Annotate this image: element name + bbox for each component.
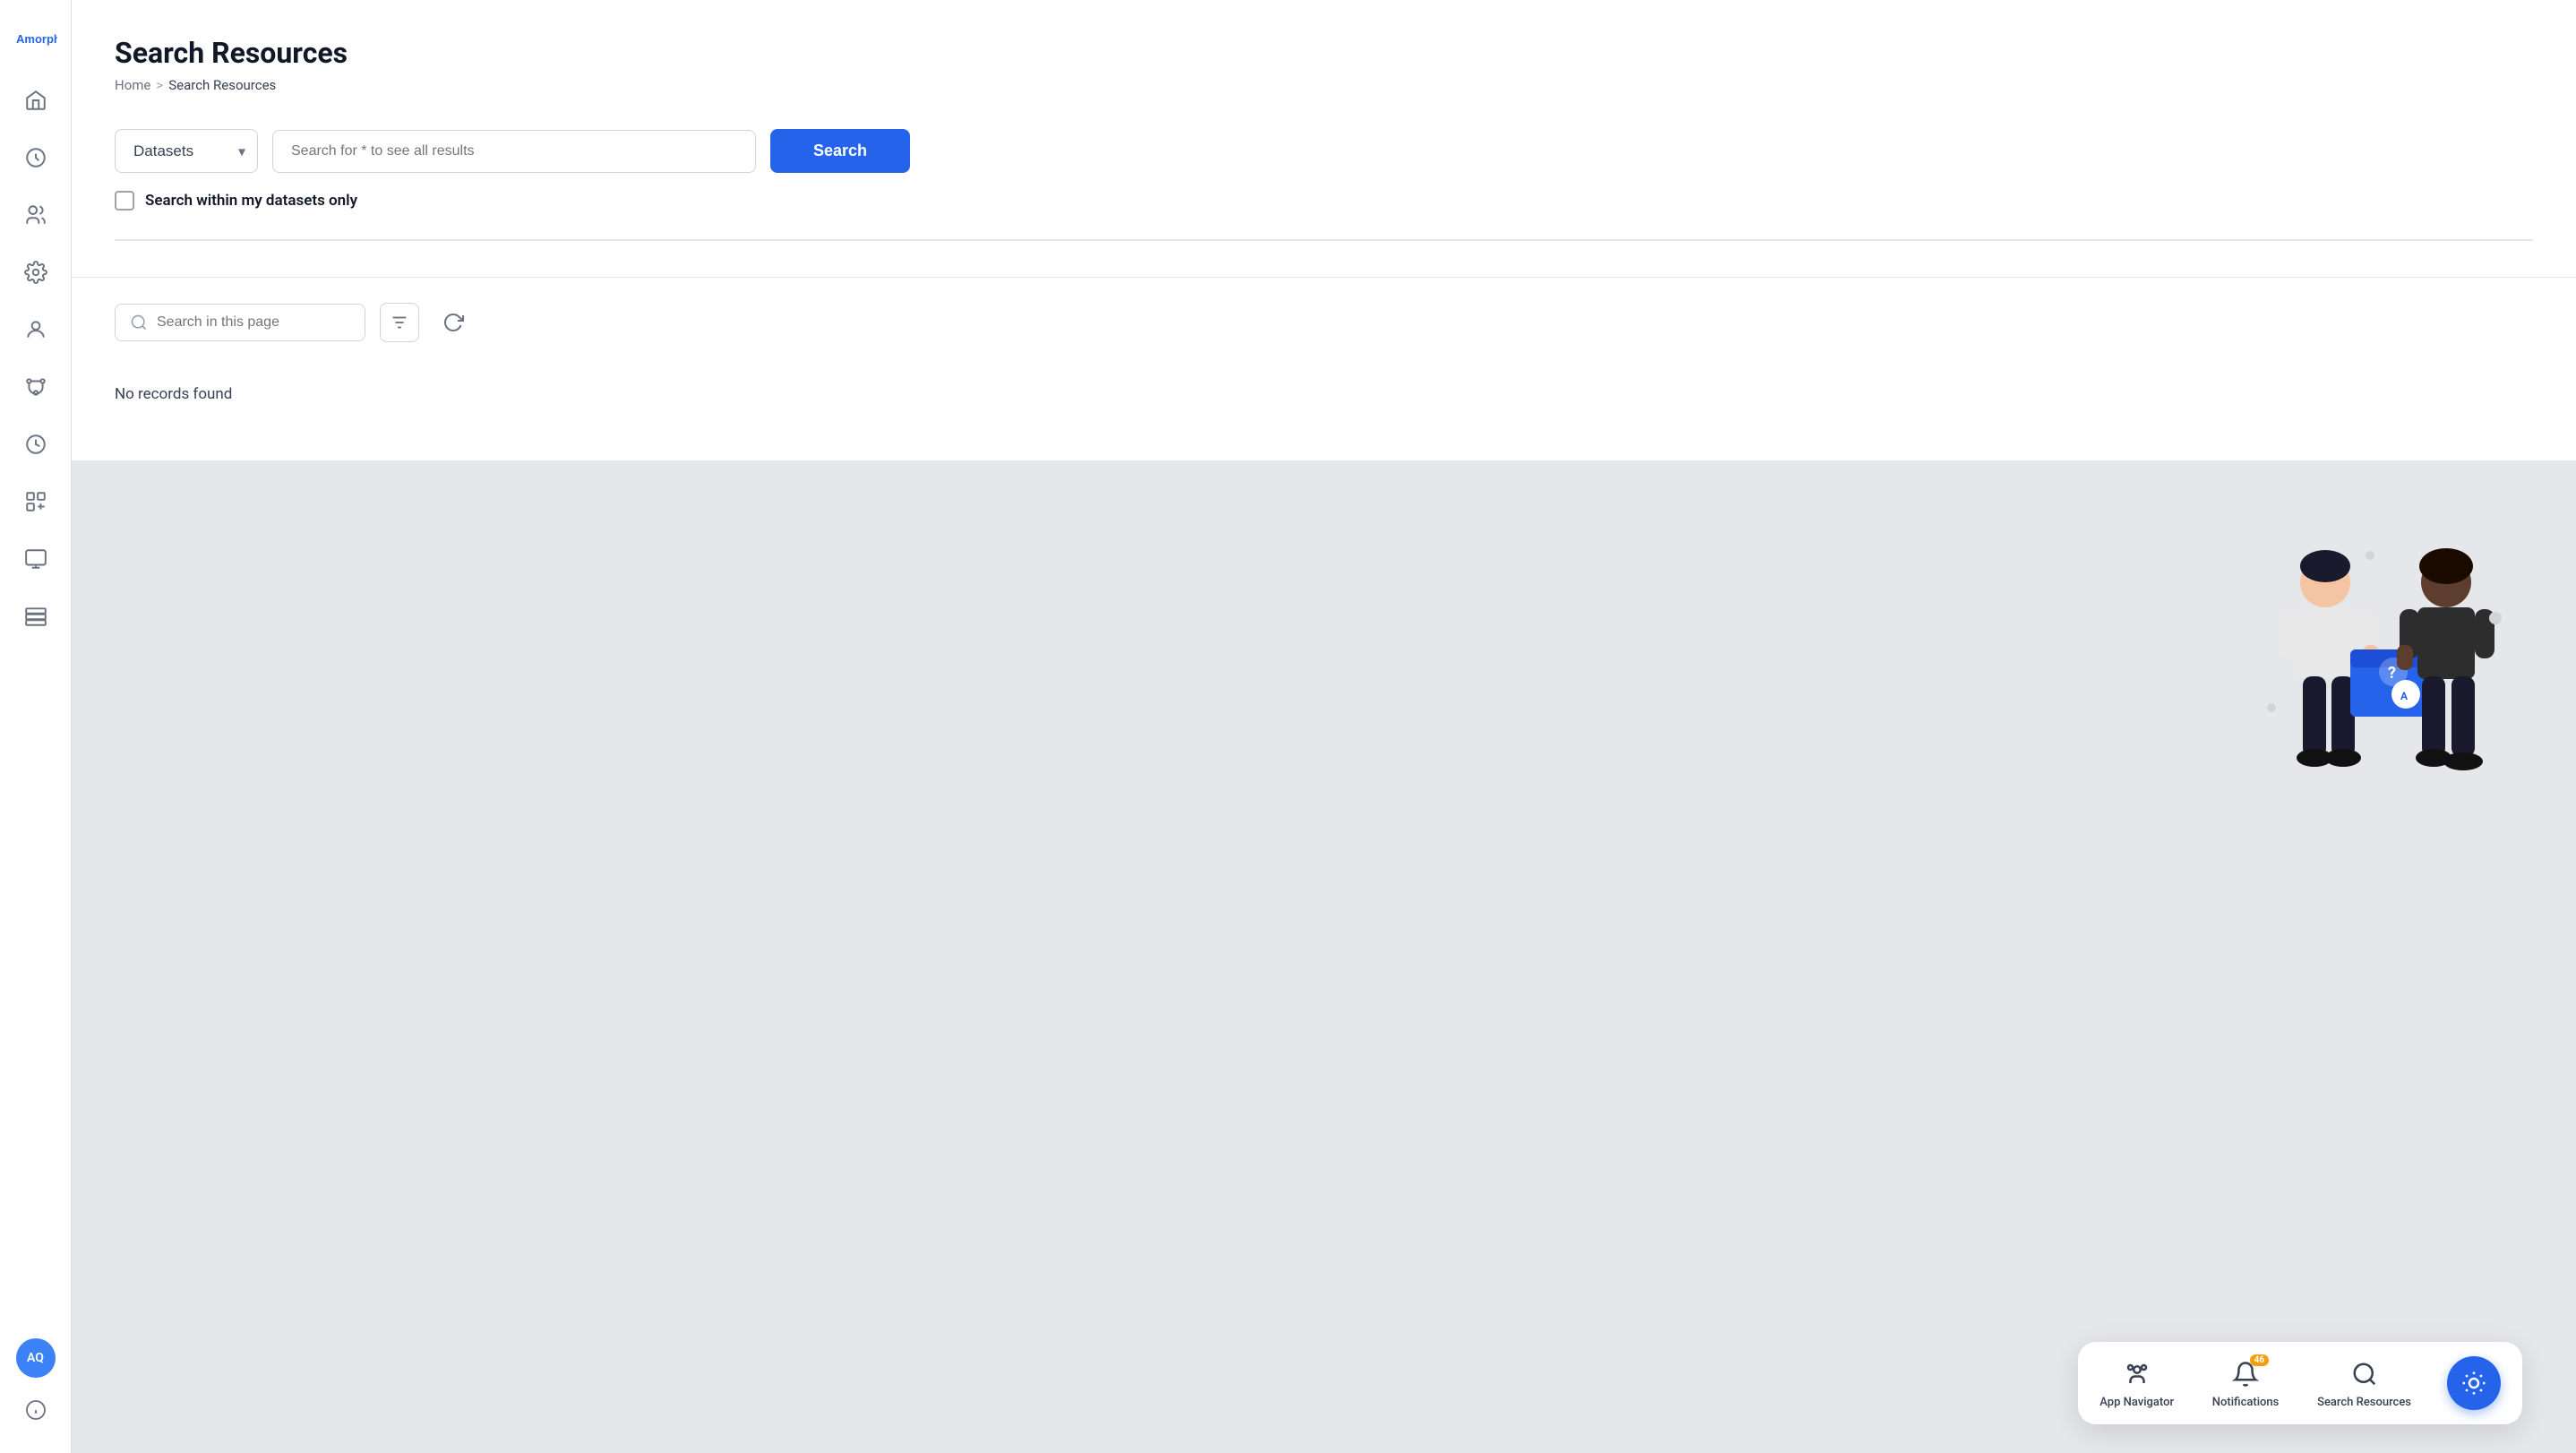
refresh-icon-button[interactable] (434, 303, 473, 342)
fab-icon (2460, 1370, 2487, 1397)
breadcrumb-separator: > (156, 77, 163, 93)
sidebar-item-analytics[interactable] (11, 477, 61, 527)
sidebar-item-insights[interactable] (11, 133, 61, 183)
search-button[interactable]: Search (770, 129, 910, 173)
breadcrumb-home[interactable]: Home (115, 77, 150, 93)
content-panel: Search Resources Home > Search Resources… (72, 0, 2576, 278)
main-area: Search Resources Home > Search Resources… (72, 0, 2576, 1453)
sidebar-item-home[interactable] (11, 75, 61, 125)
page-search-wrapper (115, 304, 365, 341)
search-input[interactable] (272, 130, 756, 173)
bottom-bar: App Navigator 46 Notifications Search Re… (2078, 1342, 2522, 1424)
page-title: Search Resources (115, 36, 2533, 70)
sidebar-bottom: AQ (11, 1338, 61, 1435)
app-navigator-item[interactable]: App Navigator (2099, 1358, 2174, 1409)
dataset-select-wrapper: Datasets Reports Dashboards Workflows ▾ (115, 129, 258, 173)
filter-row (115, 303, 2533, 342)
search-icon (130, 314, 148, 331)
search-resources-item[interactable]: Search Resources (2317, 1358, 2411, 1409)
breadcrumb: Home > Search Resources (115, 77, 2533, 93)
search-resources-icon (2348, 1358, 2381, 1390)
svg-text:Amorphic: Amorphic (16, 32, 57, 46)
my-datasets-checkbox[interactable] (115, 191, 134, 211)
divider (115, 239, 2533, 241)
notification-badge: 46 (2250, 1354, 2269, 1366)
fab-button[interactable] (2447, 1356, 2501, 1410)
app-navigator-icon (2121, 1358, 2153, 1390)
sidebar-item-workflow[interactable] (11, 362, 61, 412)
sidebar-item-profile[interactable] (11, 305, 61, 355)
logo: Amorphic (11, 18, 61, 54)
search-row: Datasets Reports Dashboards Workflows ▾ … (115, 129, 2533, 173)
filter-icon (390, 313, 409, 332)
dataset-select[interactable]: Datasets Reports Dashboards Workflows (115, 129, 258, 173)
page-search-input[interactable] (157, 314, 318, 331)
breadcrumb-current: Search Resources (168, 77, 276, 93)
grey-area (72, 460, 2576, 1453)
sidebar-item-schedule[interactable] (11, 419, 61, 469)
avatar[interactable]: AQ (16, 1338, 56, 1378)
sidebar-item-users[interactable] (11, 190, 61, 240)
notifications-icon: 46 (2229, 1358, 2262, 1390)
refresh-icon (442, 312, 464, 333)
sidebar: Amorphic (0, 0, 72, 1453)
sidebar-item-monitor[interactable] (11, 534, 61, 584)
app-navigator-label: App Navigator (2099, 1396, 2174, 1409)
notifications-label: Notifications (2212, 1396, 2280, 1409)
content-white: Search Resources Home > Search Resources… (72, 0, 2576, 460)
checkbox-label: Search within my datasets only (145, 192, 357, 210)
notifications-item[interactable]: 46 Notifications (2210, 1358, 2281, 1409)
sidebar-info-icon[interactable] (11, 1385, 61, 1435)
filter-icon-button[interactable] (380, 303, 419, 342)
search-resources-label: Search Resources (2317, 1396, 2411, 1409)
sidebar-item-storage[interactable] (11, 591, 61, 641)
checkbox-row: Search within my datasets only (115, 191, 2533, 211)
table-area: No records found (72, 278, 2576, 460)
no-records-message: No records found (115, 371, 2533, 417)
sidebar-item-settings[interactable] (11, 247, 61, 297)
